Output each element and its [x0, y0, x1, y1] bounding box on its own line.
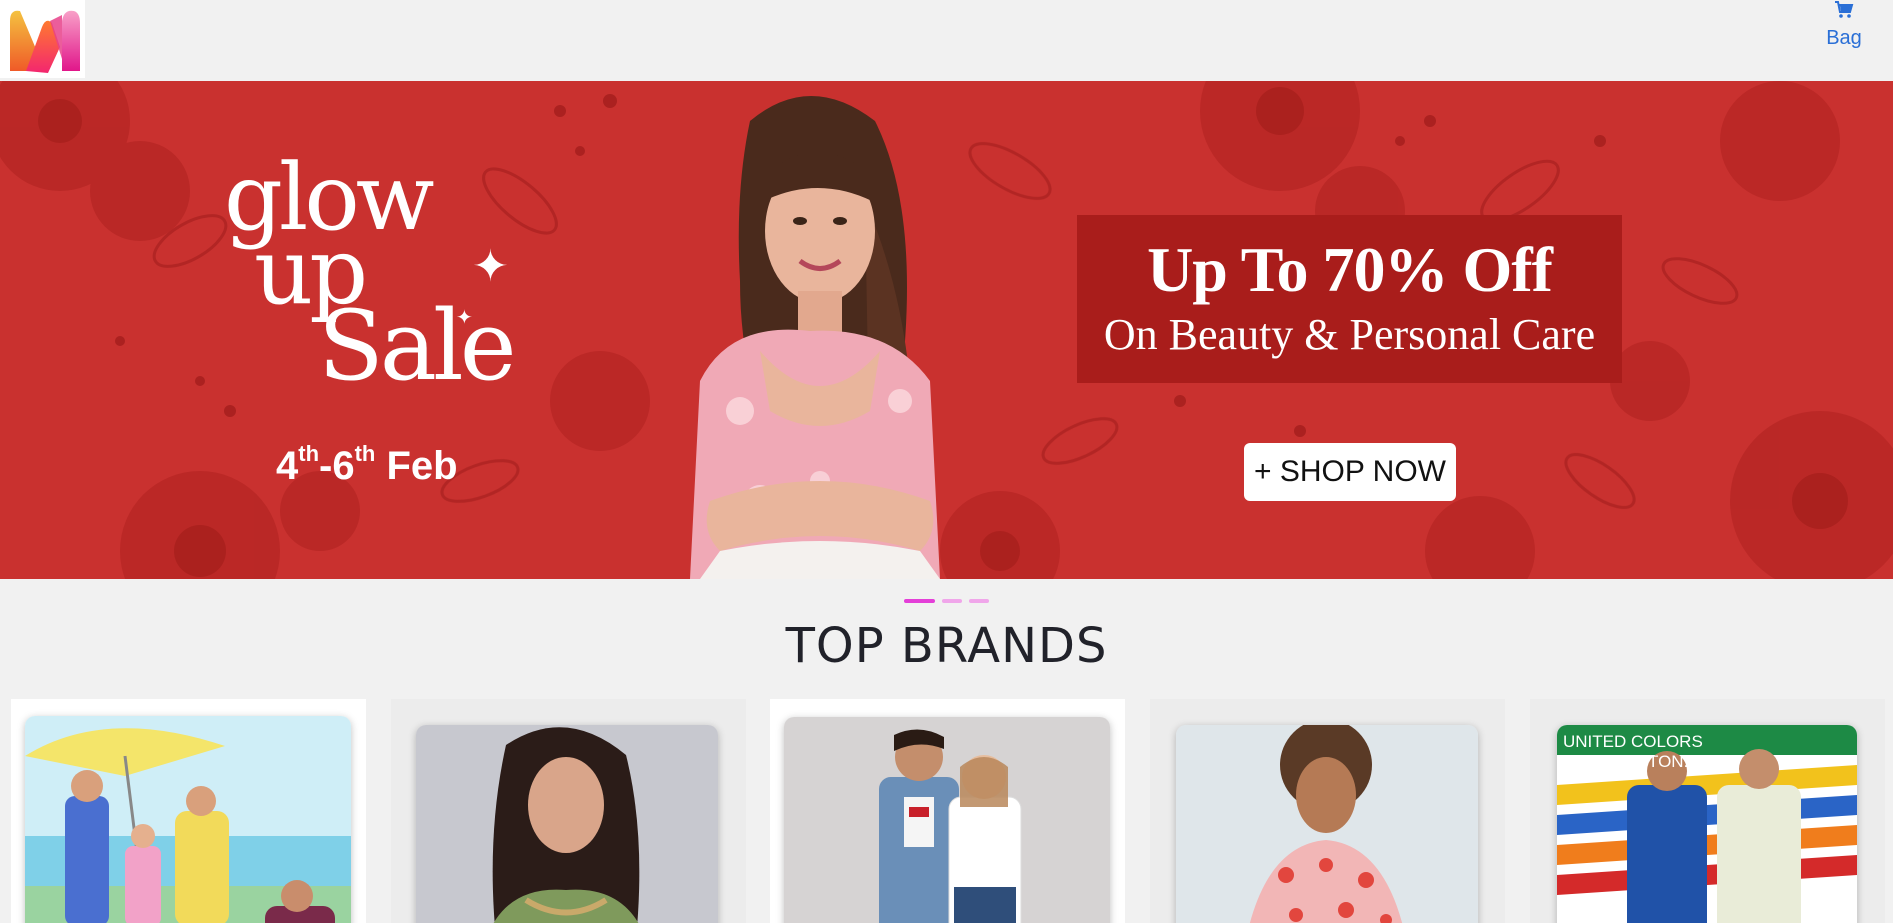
sparkle-icon: ✦ — [472, 241, 509, 292]
offer-sub-text: On Beauty & Personal Care — [1103, 310, 1596, 359]
brand-card-4[interactable] — [1150, 699, 1505, 923]
brand-image-4 — [1176, 725, 1478, 923]
offer-box: Up To 70% Off On Beauty & Personal Care — [1077, 215, 1622, 383]
brand-card-1[interactable] — [11, 699, 366, 923]
date-end: 6 — [332, 444, 355, 488]
sale-dates: 4th-6th Feb — [276, 440, 458, 489]
carousel-dot-2[interactable] — [942, 599, 962, 603]
brand-image-5: UNITED COLORS OF BENETTON. — [1557, 725, 1857, 923]
brand-image-1 — [25, 716, 351, 923]
carousel-dot-3[interactable] — [969, 599, 989, 603]
sparkle-small-icon: ✦ — [456, 305, 473, 329]
offer-main-text: Up To 70% Off — [1147, 234, 1553, 305]
carousel-indicators — [904, 599, 989, 603]
date-start: 4 — [276, 444, 299, 488]
brand-image-2 — [416, 725, 718, 923]
benetton-logo-text: UNITED COLORS — [1563, 732, 1703, 751]
model-photo — [690, 96, 940, 579]
date-separator: - — [319, 444, 333, 488]
brand-card-5[interactable]: UNITED COLORS OF BENETTON. — [1530, 699, 1885, 923]
brand-image-3 — [784, 717, 1110, 923]
brand-card-2[interactable] — [391, 699, 746, 923]
section-title-top-brands: TOP BRANDS — [785, 618, 1108, 674]
date-start-suffix: th — [298, 440, 320, 466]
bag-label: Bag — [1826, 27, 1862, 49]
brand-card-3[interactable] — [770, 699, 1125, 923]
hero-banner[interactable]: glow up Sale ✦ ✦ 4th-6th Feb Up To 70% O… — [0, 81, 1893, 579]
myntra-logo-graphic — [9, 10, 80, 73]
cart-icon — [1835, 1, 1854, 18]
shop-now-button[interactable]: + SHOP NOW — [1244, 443, 1456, 501]
myntra-logo-icon[interactable] — [0, 0, 85, 78]
bag-link[interactable]: Bag — [1819, 0, 1869, 50]
date-month: Feb — [386, 444, 458, 488]
site-header: Bag — [0, 0, 1893, 81]
date-end-suffix: th — [354, 440, 376, 466]
benetton-logo-text-2: OF BENETTON. — [1563, 752, 1688, 771]
carousel-dot-1[interactable] — [904, 599, 935, 603]
